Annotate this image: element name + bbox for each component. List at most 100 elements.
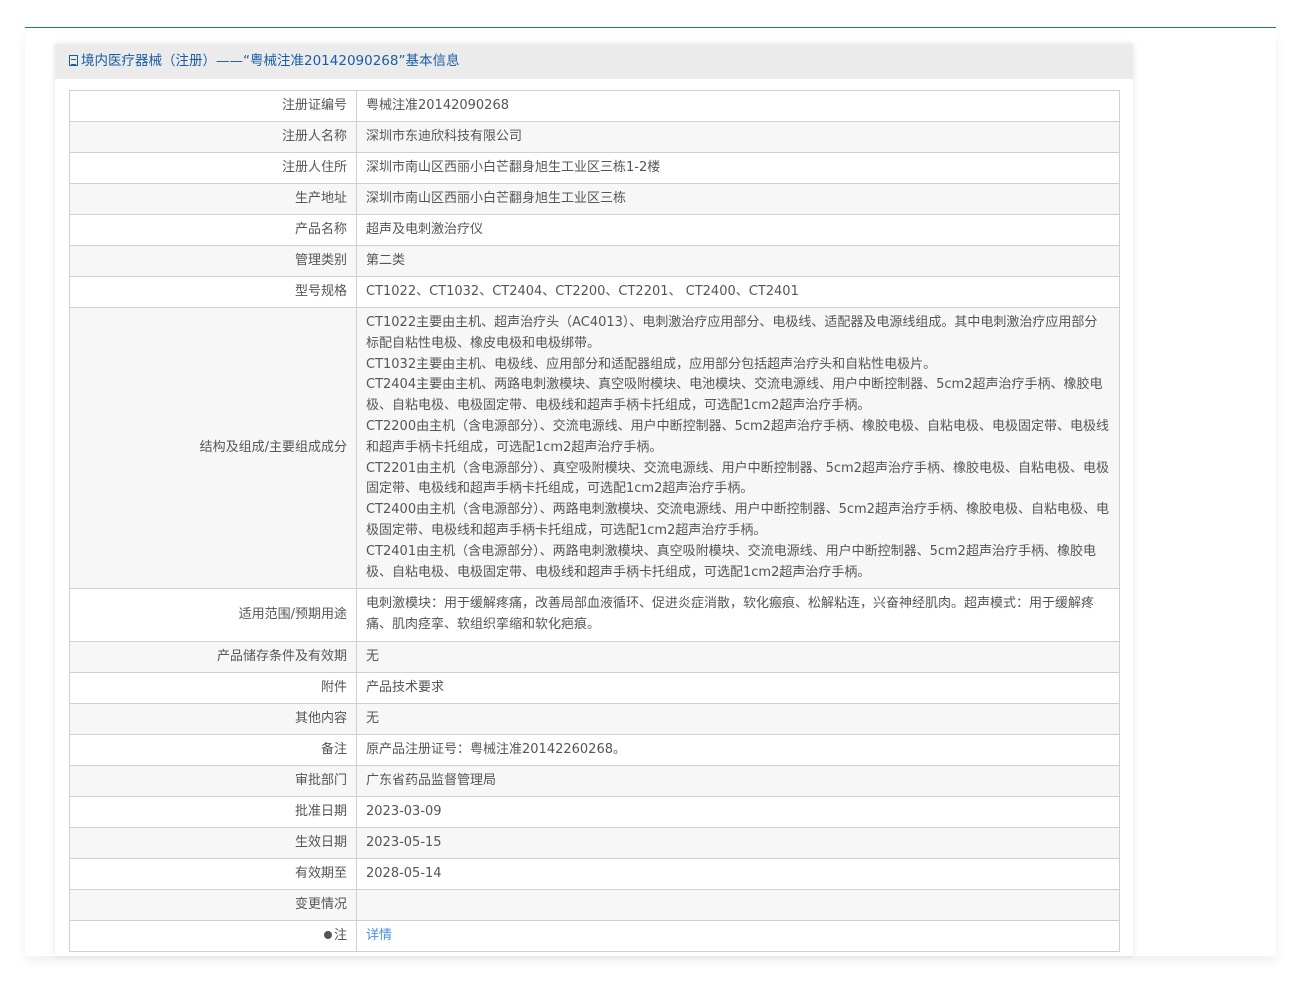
row-label: 型号规格 [69, 276, 357, 308]
table-row: 管理类别 第二类 [69, 245, 1120, 277]
top-divider [25, 27, 1276, 28]
table-row: 适用范围/预期用途 电刺激模块：用于缓解疼痛，改善局部血液循环、促进炎症消散，软化… [69, 588, 1120, 642]
details-link[interactable]: 详情 [366, 928, 392, 943]
row-label: 注册人住所 [69, 152, 357, 184]
row-label-text: 注 [333, 927, 347, 943]
table-row: 注 详情 [69, 919, 1120, 952]
table-row: 产品名称 超声及电刺激治疗仪 [69, 214, 1120, 246]
row-value-text: 广东省药品监督管理局 [366, 772, 497, 788]
row-label-text: 附件 [320, 679, 347, 695]
row-label: 有效期至 [69, 857, 357, 890]
row-label: 产品名称 [69, 214, 357, 246]
row-value [356, 888, 1120, 921]
document-icon [69, 55, 78, 66]
info-panel: 境内医疗器械（注册）——“粤械注准20142090268”基本信息 注册证编号 粤… [55, 44, 1133, 956]
row-label: 注册人名称 [69, 121, 357, 153]
panel-title: 境内医疗器械（注册）——“粤械注准20142090268”基本信息 [81, 53, 460, 69]
table-row: 备注 原产品注册证号：粤械注准20142260268。 [69, 733, 1120, 766]
row-label-text: 型号规格 [294, 283, 347, 299]
table-row: 生产地址 深圳市南山区西丽小白芒翻身旭生工业区三栋 [69, 183, 1120, 215]
row-label: 变更情况 [69, 888, 357, 921]
component-line: CT1032主要由主机、电极线、应用部分和适配器组成，应用部分包括超声治疗头和自… [366, 356, 937, 372]
row-value: 广东省药品监督管理局 [356, 764, 1120, 797]
row-value-text: 电刺激模块：用于缓解疼痛，改善局部血液循环、促进炎症消散，软化瘢痕、松解粘连，兴… [366, 596, 1095, 633]
table-row: 附件 产品技术要求 [69, 671, 1120, 704]
row-label-text: 有效期至 [294, 865, 347, 881]
table-row: 产品储存条件及有效期 无 [69, 640, 1120, 673]
row-label-text: 变更情况 [294, 896, 347, 912]
component-line: CT2401由主机（含电源部分）、两路电刺激模块、真空吸附模块、交流电源线、用户… [366, 543, 1096, 580]
row-label-text: 产品储存条件及有效期 [216, 648, 347, 664]
row-value: 第二类 [356, 245, 1120, 277]
row-value: 电刺激模块：用于缓解疼痛，改善局部血液循环、促进炎症消散，软化瘢痕、松解粘连，兴… [356, 588, 1120, 642]
row-value: 无 [356, 702, 1120, 735]
row-value: 超声及电刺激治疗仪 [356, 214, 1120, 246]
info-table: 注册证编号 粤械注准20142090268 注册人名称 深圳市东迪欣科技有限公司 注册人… [69, 90, 1120, 952]
row-value-text: 2023-03-09 [366, 803, 442, 819]
component-line: CT2200由主机（含电源部分）、交流电源线、用户中断控制器、5cm2超声治疗手… [366, 418, 1109, 455]
component-line: CT2201由主机（含电源部分）、真空吸附模块、交流电源线、用户中断控制器、5c… [366, 460, 1109, 497]
row-label: 备注 [69, 733, 357, 766]
row-value-text: 2028-05-14 [366, 865, 442, 881]
row-label-text: 生产地址 [294, 190, 347, 206]
row-label: 管理类别 [69, 245, 357, 277]
row-value-text: 第二类 [366, 252, 406, 268]
component-line: CT2400由主机（含电源部分）、两路电刺激模块、交流电源线、用户中断控制器、5… [366, 502, 1109, 538]
row-value: 粤械注准20142090268 [356, 90, 1120, 122]
row-value-text: 2023-05-15 [366, 834, 442, 850]
row-value: 2023-03-09 [356, 795, 1120, 828]
table-row: 型号规格 CT1022、CT1032、CT2404、CT2200、CT2201、 … [69, 276, 1120, 308]
row-label: 生效日期 [69, 826, 357, 859]
row-label-text: 备注 [320, 741, 347, 757]
table-row: 注册证编号 粤械注准20142090268 [69, 90, 1120, 122]
row-label: 附件 [69, 671, 357, 704]
row-label-text: 生效日期 [294, 834, 347, 850]
row-value: 原产品注册证号：粤械注准20142260268。 [356, 733, 1120, 766]
row-label-text: 审批部门 [294, 772, 347, 788]
row-label: 适用范围/预期用途 [69, 588, 357, 642]
row-label-text: 产品名称 [294, 221, 347, 237]
row-value: CT1022、CT1032、CT2404、CT2200、CT2201、 CT24… [356, 276, 1120, 308]
row-label: 批准日期 [69, 795, 357, 828]
row-value-text: 深圳市东迪欣科技有限公司 [366, 128, 523, 144]
row-label-text: 其他内容 [294, 710, 347, 726]
row-value-text: 深圳市南山区西丽小白芒翻身旭生工业区三栋 [366, 190, 627, 206]
table-row: 注册人名称 深圳市东迪欣科技有限公司 [69, 121, 1120, 153]
table-row: 其他内容 无 [69, 702, 1120, 735]
row-label-text: 批准日期 [294, 803, 347, 819]
table-row: 批准日期 2023-03-09 [69, 795, 1120, 828]
row-value: 产品技术要求 [356, 671, 1120, 704]
row-label: 审批部门 [69, 764, 357, 797]
row-value: 深圳市东迪欣科技有限公司 [356, 121, 1120, 153]
row-value: 无 [356, 640, 1120, 673]
table-row: 结构及组成/主要组成成分 CT1022主要由主机、超声治疗头（AC4013）、电刺… [69, 306, 1120, 590]
pin-icon [323, 930, 332, 939]
row-value: 2023-05-15 [356, 826, 1120, 859]
row-label: 注 [69, 919, 357, 952]
row-label: 生产地址 [69, 183, 357, 215]
panel-header: 境内医疗器械（注册）——“粤械注准20142090268”基本信息 [55, 44, 1133, 79]
row-value-text: 原产品注册证号：粤械注准20142260268。 [366, 741, 626, 757]
row-label-text: 注册人住所 [281, 159, 347, 175]
row-label-text: 适用范围/预期用途 [238, 606, 347, 622]
table-row: 注册人住所 深圳市南山区西丽小白芒翻身旭生工业区三栋1-2楼 [69, 152, 1120, 184]
row-value-text: 粤械注准20142090268 [366, 97, 509, 113]
row-label-text: 注册证编号 [281, 97, 347, 113]
row-value: CT1022主要由主机、超声治疗头（AC4013）、电刺激治疗应用部分、电极线、… [356, 306, 1120, 590]
row-label-text: 结构及组成/主要组成成分 [199, 439, 347, 455]
row-value-text: CT1022、CT1032、CT2404、CT2200、CT2201、 CT24… [366, 283, 799, 299]
table-row: 有效期至 2028-05-14 [69, 857, 1120, 890]
row-value-text: 深圳市南山区西丽小白芒翻身旭生工业区三栋1-2楼 [366, 159, 661, 175]
table-row: 审批部门 广东省药品监督管理局 [69, 764, 1120, 797]
table-row: 生效日期 2023-05-15 [69, 826, 1120, 859]
row-label-text: 管理类别 [294, 252, 347, 268]
row-label: 产品储存条件及有效期 [69, 640, 357, 673]
row-label: 其他内容 [69, 702, 357, 735]
row-label: 注册证编号 [69, 90, 357, 122]
row-value-text: 无 [366, 710, 380, 726]
row-label: 结构及组成/主要组成成分 [69, 306, 357, 590]
component-line: CT2404主要由主机、两路电刺激模块、真空吸附模块、电池模块、交流电源线、用户… [366, 377, 1103, 414]
row-value: 2028-05-14 [356, 857, 1120, 890]
row-value-text: 无 [366, 648, 380, 664]
row-value: 详情 [356, 919, 1120, 952]
